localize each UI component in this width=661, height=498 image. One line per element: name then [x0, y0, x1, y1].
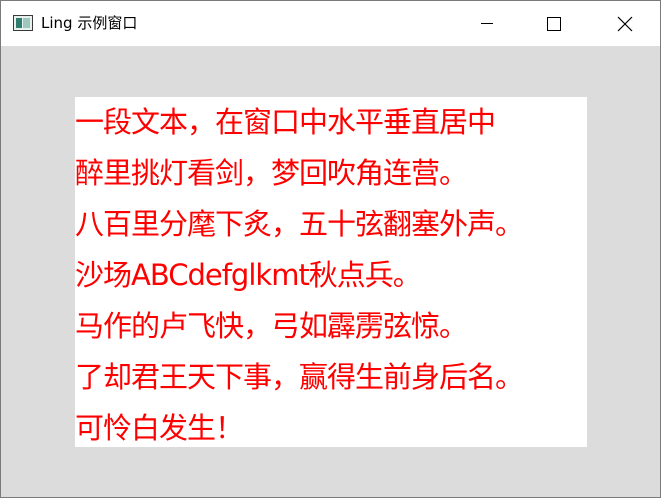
text-line-5: 马作的卢飞快，弓如霹雳弦惊。: [75, 309, 468, 343]
text-line-1: 一段文本，在窗口中水平垂直居中: [75, 105, 496, 139]
text-line-6: 了却君王天下事，赢得生前身后名。: [75, 360, 524, 394]
text-line-4: 沙场ABCdefglkmt秋点兵。: [75, 258, 422, 292]
text-line-7: 可怜白发生！: [75, 411, 244, 445]
close-icon: [617, 16, 633, 32]
minimize-button[interactable]: [464, 1, 510, 46]
text-line-2: 醉里挑灯看剑，梦回吹角连营。: [75, 156, 468, 190]
app-window: Ling 示例窗口 一段文本，在窗口中水平垂直居中 醉里挑灯看剑，梦回吹角连营。…: [0, 0, 661, 498]
centered-text-block: 一段文本，在窗口中水平垂直居中 醉里挑灯看剑，梦回吹角连营。 八百里分麾下炙，五…: [75, 97, 524, 454]
close-button[interactable]: [602, 1, 648, 46]
window-title: Ling 示例窗口: [41, 14, 138, 32]
maximize-icon: [547, 17, 561, 31]
minimize-icon: [481, 23, 493, 24]
text-panel: 一段文本，在窗口中水平垂直居中 醉里挑灯看剑，梦回吹角连营。 八百里分麾下炙，五…: [75, 97, 587, 447]
app-window-icon: [13, 15, 33, 31]
maximize-button[interactable]: [530, 1, 576, 46]
title-bar[interactable]: Ling 示例窗口: [1, 1, 660, 46]
text-line-3: 八百里分麾下炙，五十弦翻塞外声。: [75, 207, 524, 241]
